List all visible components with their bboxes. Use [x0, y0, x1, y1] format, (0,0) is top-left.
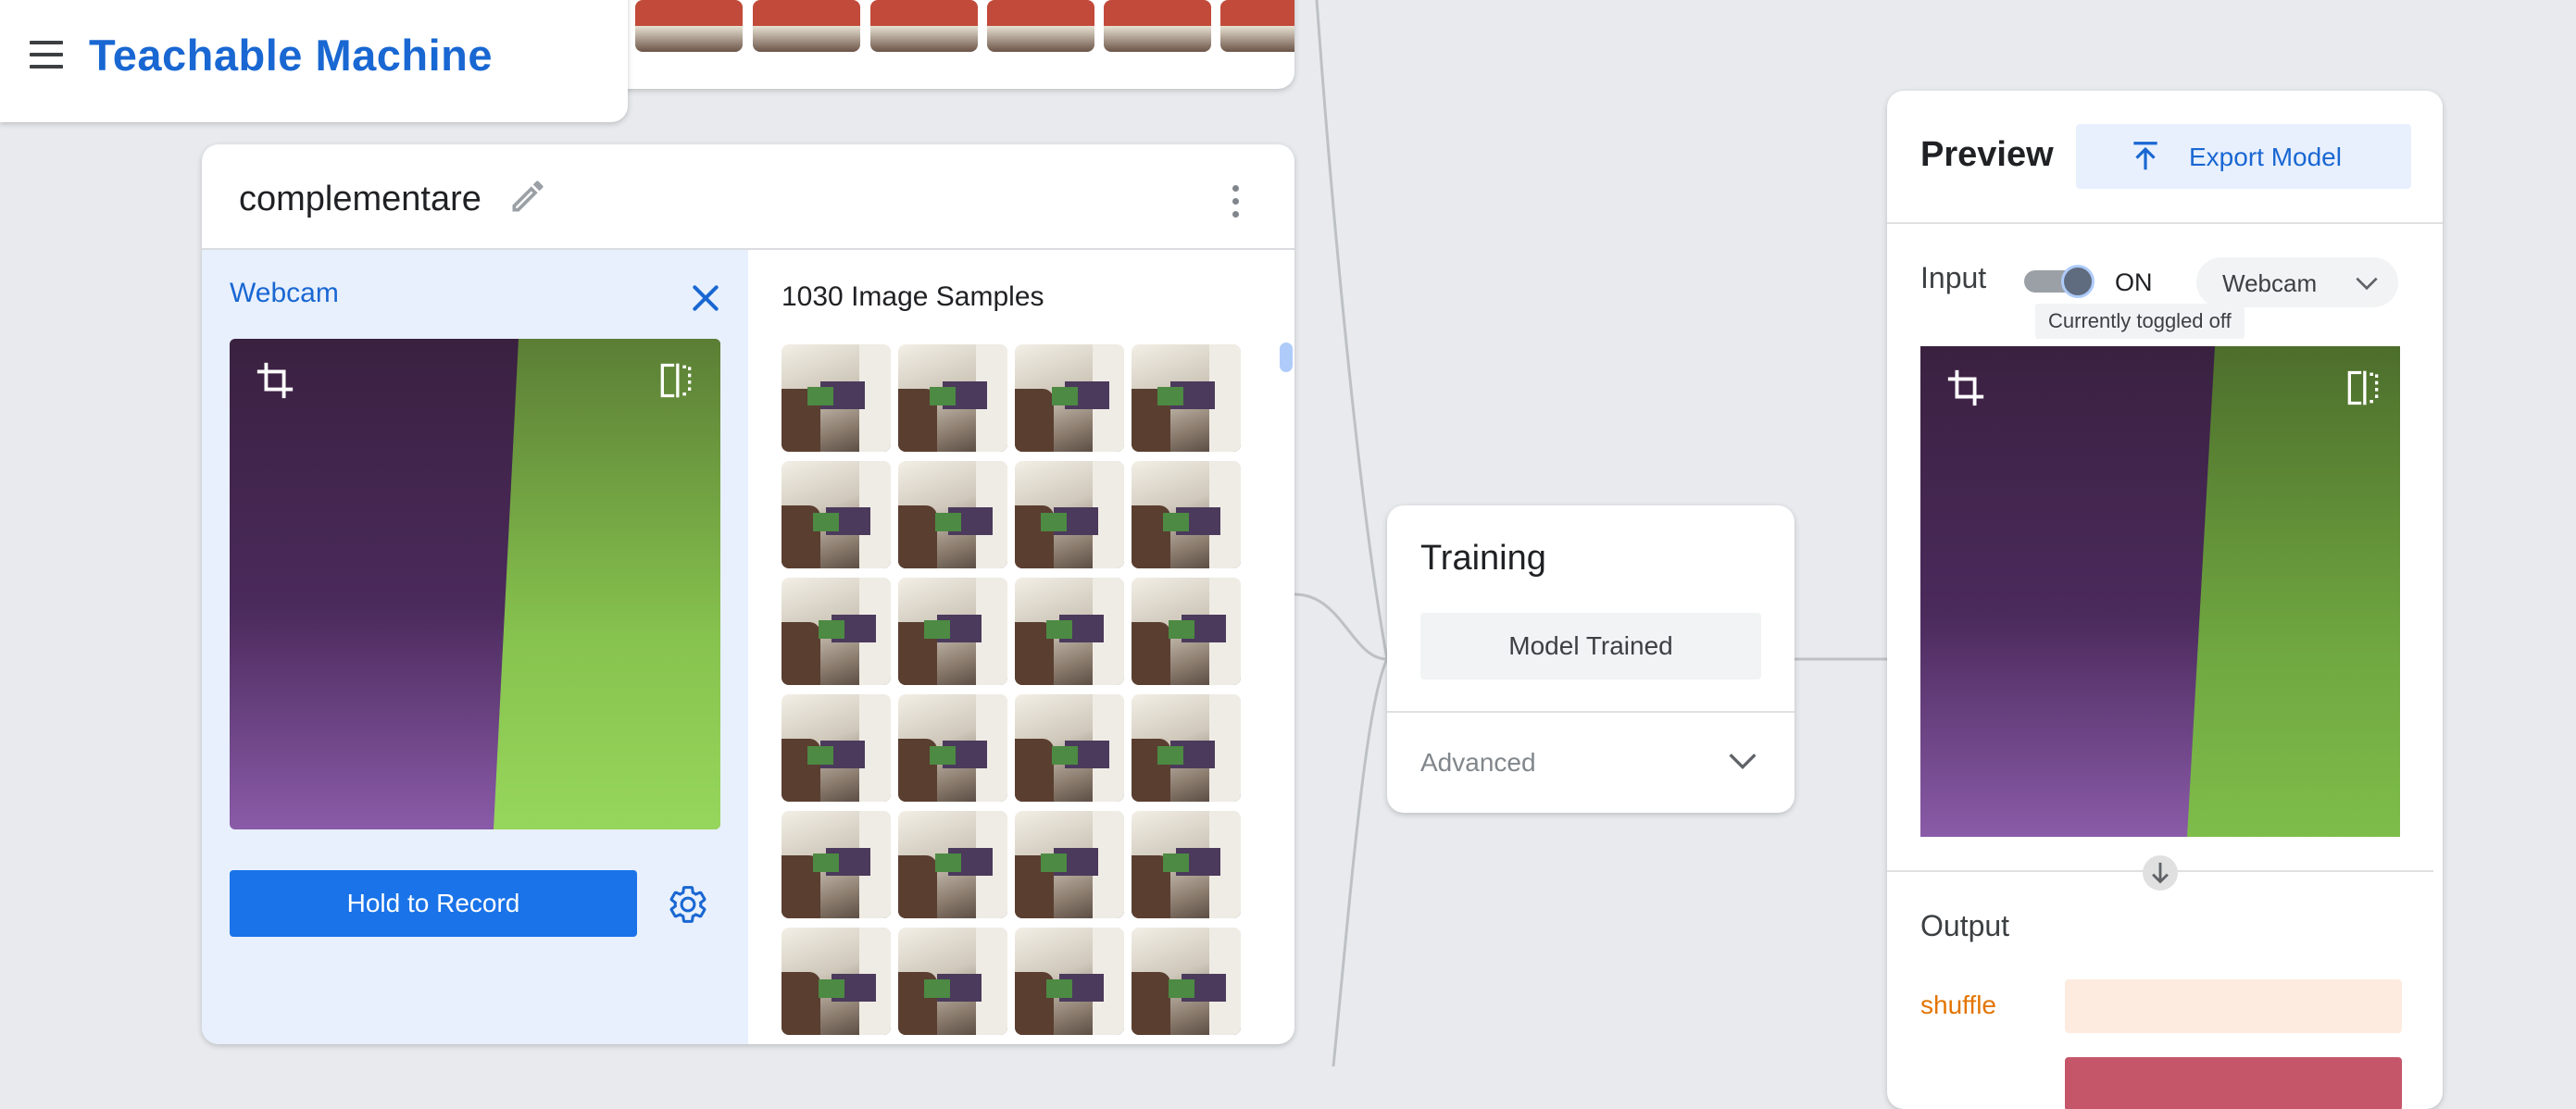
output-confidence-bar	[2065, 979, 2402, 1033]
webcam-panel: Webcam Hold to Record	[202, 250, 748, 1044]
webcam-label: Webcam	[230, 278, 339, 308]
image-samples-count: 1030 Image Samples	[782, 281, 1044, 312]
sample-thumbnail[interactable]	[898, 344, 1007, 452]
sample-thumbnail[interactable]	[1132, 694, 1241, 802]
app-header: Teachable Machine	[0, 0, 628, 122]
preview-title: Preview	[1920, 135, 2054, 174]
sample-thumbnail[interactable]	[1132, 461, 1241, 568]
sample-thumbnail[interactable]	[1015, 578, 1124, 685]
class-name[interactable]: complementare	[239, 180, 481, 219]
connector-mid-class	[1294, 592, 1388, 661]
preview-webcam-feed	[1920, 346, 2400, 837]
chevron-down-icon[interactable]	[1724, 742, 1761, 779]
sample-thumbnail[interactable]	[1015, 694, 1124, 802]
input-source-select[interactable]: Webcam	[2196, 257, 2398, 307]
input-source-value: Webcam	[2222, 269, 2318, 297]
connector-top-class	[1315, 0, 1389, 660]
crop-icon[interactable]	[1945, 367, 1987, 409]
app-title[interactable]: Teachable Machine	[89, 30, 493, 81]
crop-icon[interactable]	[254, 359, 296, 402]
sample-thumbnail[interactable]	[1132, 811, 1241, 918]
advanced-toggle[interactable]: Advanced	[1420, 748, 1536, 778]
chevron-down-icon	[2356, 277, 2378, 291]
sample-thumbnail[interactable]	[1015, 344, 1124, 452]
sample-thumbnail[interactable]	[1220, 0, 1294, 52]
close-icon[interactable]	[687, 280, 724, 317]
preview-image	[1920, 346, 2400, 837]
sample-thumbnail[interactable]	[635, 0, 743, 52]
divider	[1387, 711, 1794, 713]
sample-thumbnail[interactable]	[782, 694, 891, 802]
sample-thumbnail[interactable]	[782, 344, 891, 452]
sample-thumbnail[interactable]	[1132, 578, 1241, 685]
class-card: complementare Webcam Hold to Record 1030…	[202, 144, 1294, 1044]
export-model-label: Export Model	[2189, 143, 2342, 171]
toggle-state-label: ON	[2115, 268, 2153, 296]
flip-icon[interactable]	[656, 359, 696, 402]
export-icon	[2133, 142, 2157, 170]
arrow-down-icon[interactable]	[2143, 855, 2178, 891]
sample-thumbnail[interactable]	[753, 0, 860, 52]
sample-thumbnail[interactable]	[1015, 811, 1124, 918]
sample-thumbnail[interactable]	[870, 0, 978, 52]
toggle-tooltip: Currently toggled off	[2035, 304, 2245, 339]
sample-thumbnail[interactable]	[898, 578, 1007, 685]
hold-to-record-button[interactable]: Hold to Record	[230, 870, 637, 937]
sample-thumbnail[interactable]	[782, 578, 891, 685]
connector-bottom-class	[1332, 658, 1389, 1066]
sample-thumbnail[interactable]	[898, 928, 1007, 1035]
training-title: Training	[1420, 539, 1546, 578]
preview-card: Preview Export Model Input ON Webcam Cur…	[1887, 91, 2443, 1109]
webcam-feed	[230, 339, 720, 829]
sample-thumbnail[interactable]	[1104, 0, 1211, 52]
sample-thumbnail[interactable]	[1015, 461, 1124, 568]
samples-grid	[782, 344, 1254, 1044]
sample-thumbnail[interactable]	[1132, 928, 1241, 1035]
input-toggle[interactable]	[2024, 265, 2095, 298]
training-card: Training Model Trained Advanced	[1387, 505, 1794, 813]
divider	[1887, 222, 2443, 224]
previous-class-card	[561, 0, 1294, 89]
export-model-button[interactable]: Export Model	[2076, 124, 2411, 189]
sample-thumbnail[interactable]	[782, 811, 891, 918]
more-vert-icon[interactable]	[1228, 181, 1243, 222]
sample-thumbnail[interactable]	[987, 0, 1094, 52]
webcam-image	[230, 339, 720, 829]
sample-thumbnail[interactable]	[1015, 928, 1124, 1035]
output-confidence-bar	[2065, 1057, 2402, 1109]
output-label: Output	[1920, 909, 2010, 942]
output-class-label: shuffle	[1920, 991, 1996, 1019]
sample-thumbnail[interactable]	[782, 928, 891, 1035]
sample-thumbnail[interactable]	[1132, 344, 1241, 452]
sample-thumbnail[interactable]	[782, 461, 891, 568]
sample-thumbnail[interactable]	[898, 811, 1007, 918]
pencil-icon[interactable]	[507, 176, 548, 217]
model-trained-button[interactable]: Model Trained	[1420, 613, 1761, 679]
menu-icon[interactable]	[28, 41, 65, 72]
settings-icon[interactable]	[667, 883, 709, 926]
sample-thumbnail[interactable]	[898, 694, 1007, 802]
sample-thumbnail[interactable]	[898, 461, 1007, 568]
flip-icon[interactable]	[2343, 367, 2383, 409]
input-label: Input	[1920, 261, 1987, 294]
samples-scrollbar[interactable]	[1280, 343, 1293, 372]
